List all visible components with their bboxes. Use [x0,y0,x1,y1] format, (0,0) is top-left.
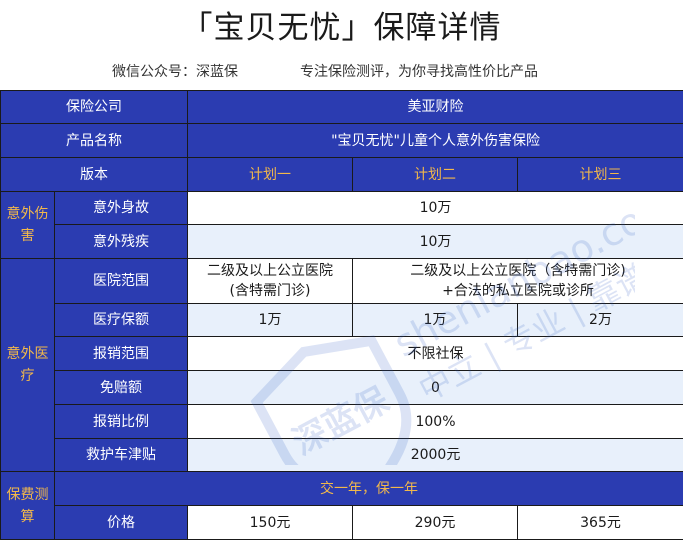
row-reimburse-scope: 报销范围 不限社保 [1,336,683,371]
product-label: 产品名称 [0,123,188,158]
row-company: 保险公司 美亚财险 [0,90,683,124]
subtitle-slogan: 专注保险测评，为你寻找高性价比产品 [300,64,538,80]
term-value: 交一年，保一年 [53,471,683,506]
deductible-value: 0 [186,370,683,405]
category-accident: 意外伤害 [0,191,55,259]
plan-3-header: 计划三 [516,157,683,192]
row-death: 意外伤害 意外身故 10万 [0,191,683,259]
reimburse-scope-label: 报销范围 [54,336,188,371]
row-medical-amount: 医疗保额 1万 1万 2万 [1,303,683,337]
row-term: 保费测算 交一年，保一年 [0,471,683,540]
row-deductible: 免赔额 0 [1,370,683,405]
subtitle: 微信公众号：深蓝保 专注保险测评，为你寻找高性价比产品 [0,60,683,84]
price-plan-2: 290元 [352,505,518,540]
row-product: 产品名称 "宝贝无忧"儿童个人意外伤害保险 [0,123,683,158]
hospital-plan-1: 二级及以上公立医院 (含特需门诊) [187,258,353,304]
product-value: "宝贝无忧"儿童个人意外伤害保险 [186,123,683,158]
hospital-label: 医院范围 [54,258,188,304]
hospital-plan-1-line-1: 二级及以上公立医院 [207,263,333,279]
deductible-label: 免赔额 [54,370,188,405]
row-price: 价格 150元 290元 365元 [1,505,683,540]
reimburse-scope-value: 不限社保 [186,336,683,371]
death-label: 意外身故 [54,191,188,225]
row-reimburse-ratio: 报销比例 100% [1,404,683,439]
medical-amount-plan-3: 2万 [516,303,683,337]
coverage-table: 保险公司 美亚财险 产品名称 "宝贝无忧"儿童个人意外伤害保险 版本 计划一 计… [0,90,683,540]
category-premium: 保费测算 [0,471,55,540]
ambulance-value: 2000元 [186,438,683,472]
version-label: 版本 [0,157,188,192]
hospital-plan-23-line-2: +合法的私立医院或诊所 [442,283,594,299]
subtitle-account: 微信公众号：深蓝保 [112,64,238,80]
medical-amount-plan-2: 1万 [352,303,518,337]
medical-amount-label: 医疗保额 [54,303,188,337]
category-medical: 意外医疗 [0,258,55,472]
reimburse-ratio-value: 100% [186,404,683,439]
price-plan-1: 150元 [187,505,353,540]
page-title: 「宝贝无忧」保障详情 [181,10,502,46]
ambulance-label: 救护车津贴 [54,438,188,472]
disability-value: 10万 [186,224,683,259]
company-value: 美亚财险 [186,90,683,124]
hospital-plan-1-line-2: (含特需门诊) [229,283,311,299]
row-version: 版本 计划一 计划二 计划三 [0,157,683,192]
price-label: 价格 [54,505,188,540]
row-disability: 意外残疾 10万 [1,224,683,259]
reimburse-ratio-label: 报销比例 [54,404,188,439]
price-plan-3: 365元 [516,505,683,540]
plan-1-header: 计划一 [187,157,353,192]
row-ambulance: 救护车津贴 2000元 [1,438,683,472]
hospital-plan-23-line-1: 二级及以上公立医院（含特需门诊) [410,263,626,279]
row-hospital: 意外医疗 医院范围 二级及以上公立医院 (含特需门诊) 二级及以上公立医院（含特… [0,258,683,472]
medical-amount-plan-1: 1万 [187,303,353,337]
death-value: 10万 [186,191,683,225]
disability-label: 意外残疾 [54,224,188,259]
hospital-plan-2-3: 二级及以上公立医院（含特需门诊) +合法的私立医院或诊所 [351,258,683,304]
company-label: 保险公司 [0,90,188,124]
plan-2-header: 计划二 [352,157,518,192]
